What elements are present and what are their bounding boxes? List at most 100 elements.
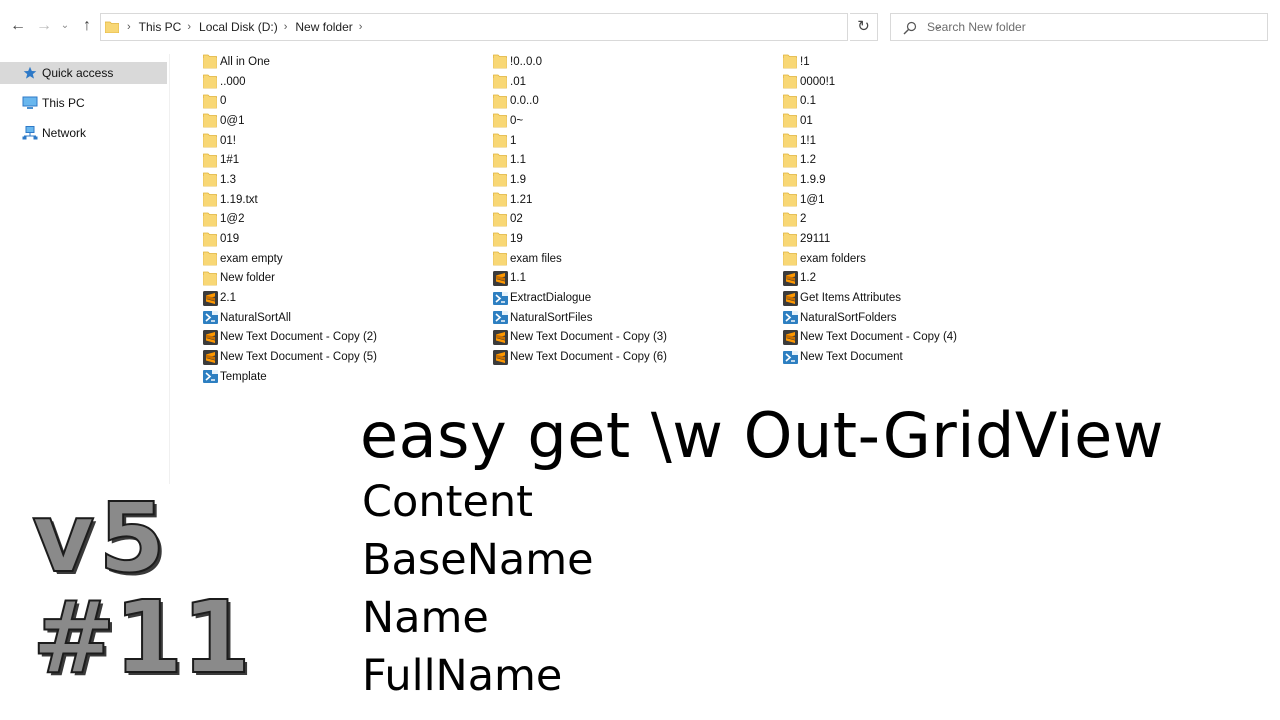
file-item[interactable]: 1#1 — [190, 150, 480, 170]
file-item[interactable]: New Text Document - Copy (6) — [480, 347, 770, 367]
breadcrumb-chevron-icon[interactable]: › — [359, 21, 363, 33]
file-item[interactable]: 1.21 — [480, 190, 770, 210]
file-item[interactable]: 0.1 — [770, 91, 1060, 111]
folder-icon — [492, 133, 508, 149]
back-arrow-icon[interactable]: ← — [8, 15, 28, 37]
file-name: 19 — [510, 233, 523, 246]
file-item[interactable]: 19 — [480, 229, 770, 249]
nav-item-network[interactable]: Network — [0, 122, 167, 144]
folder-icon — [202, 54, 218, 70]
folder-icon — [202, 152, 218, 168]
file-item[interactable]: 1.2 — [770, 269, 1060, 289]
file-name: 1.1 — [510, 154, 526, 167]
breadcrumb-item[interactable]: New folder — [293, 20, 354, 34]
file-item[interactable]: !1 — [770, 52, 1060, 72]
file-item[interactable]: New Text Document — [770, 347, 1060, 367]
file-item[interactable]: 0@1 — [190, 111, 480, 131]
file-item[interactable]: 02 — [480, 210, 770, 230]
file-item[interactable]: 1.19.txt — [190, 190, 480, 210]
file-item[interactable]: New Text Document - Copy (4) — [770, 328, 1060, 348]
powershell-file-icon — [492, 290, 508, 306]
file-name: 1.9 — [510, 173, 526, 186]
file-item[interactable]: 0.0..0 — [480, 91, 770, 111]
nav-item-label: This PC — [42, 96, 85, 110]
file-name: 0.1 — [800, 95, 816, 108]
search-input[interactable] — [927, 18, 1257, 36]
file-item[interactable]: 0000!1 — [770, 72, 1060, 92]
breadcrumb-chevron-icon[interactable]: › — [187, 21, 191, 33]
folder-icon — [492, 231, 508, 247]
file-item[interactable]: 1!1 — [770, 131, 1060, 151]
file-item[interactable]: 1@2 — [190, 210, 480, 230]
file-item[interactable]: 2 — [770, 210, 1060, 230]
address-bar[interactable]: › This PC › Local Disk (D:) › New folder › ⌄ — [100, 13, 942, 41]
file-item[interactable]: ..000 — [190, 72, 480, 92]
breadcrumb-chevron-icon[interactable]: › — [127, 21, 131, 33]
file-item[interactable]: 01 — [770, 111, 1060, 131]
powershell-file-icon — [782, 310, 798, 326]
file-item[interactable]: 1.3 — [190, 170, 480, 190]
file-item[interactable]: 01! — [190, 131, 480, 151]
forward-arrow-icon[interactable]: → — [34, 15, 54, 37]
file-name: 2.1 — [220, 292, 236, 305]
file-item[interactable]: 0~ — [480, 111, 770, 131]
file-item[interactable]: All in One — [190, 52, 480, 72]
file-item[interactable]: 1.9.9 — [770, 170, 1060, 190]
file-item[interactable]: New Text Document - Copy (3) — [480, 328, 770, 348]
file-name: NaturalSortFolders — [800, 311, 897, 324]
file-name: ..000 — [220, 75, 246, 88]
sublime-file-icon — [202, 349, 218, 365]
search-box[interactable] — [890, 13, 1268, 41]
folder-icon — [782, 113, 798, 129]
file-item[interactable]: exam files — [480, 249, 770, 269]
property-item: FullName — [362, 651, 563, 701]
file-item[interactable]: .01 — [480, 72, 770, 92]
property-item: Name — [362, 593, 489, 643]
nav-item-quick-access[interactable]: Quick access — [0, 62, 167, 84]
search-icon — [903, 21, 917, 35]
file-item[interactable]: !0..0.0 — [480, 52, 770, 72]
breadcrumb-chevron-icon[interactable]: › — [284, 21, 288, 33]
file-name: exam files — [510, 252, 562, 265]
file-item[interactable]: Template — [190, 367, 480, 387]
file-item[interactable]: 1.2 — [770, 150, 1060, 170]
file-name: .01 — [510, 75, 526, 88]
folder-icon — [782, 192, 798, 208]
file-name: 1@2 — [220, 213, 245, 226]
recent-locations-chevron-icon[interactable]: ⌄ — [58, 15, 72, 37]
breadcrumb-item[interactable]: This PC — [137, 20, 184, 34]
nav-item-this-pc[interactable]: This PC — [0, 92, 167, 114]
folder-icon — [202, 172, 218, 188]
breadcrumb-item[interactable]: Local Disk (D:) — [197, 20, 280, 34]
file-name: exam empty — [220, 252, 283, 265]
file-name: 1 — [510, 134, 517, 147]
folder-icon — [202, 192, 218, 208]
file-item[interactable]: exam empty — [190, 249, 480, 269]
file-item[interactable]: exam folders — [770, 249, 1060, 269]
file-item[interactable]: NaturalSortAll — [190, 308, 480, 328]
file-item[interactable]: New folder — [190, 269, 480, 289]
file-name: 29111 — [800, 233, 831, 246]
property-item: Content — [362, 477, 534, 527]
refresh-button[interactable]: ↻ — [850, 13, 878, 41]
file-item[interactable]: 1@1 — [770, 190, 1060, 210]
file-item[interactable]: 2.1 — [190, 288, 480, 308]
file-item[interactable]: 1.9 — [480, 170, 770, 190]
file-item[interactable]: New Text Document - Copy (5) — [190, 347, 480, 367]
file-item[interactable]: NaturalSortFolders — [770, 308, 1060, 328]
file-item[interactable]: New Text Document - Copy (2) — [190, 328, 480, 348]
file-item[interactable]: NaturalSortFiles — [480, 308, 770, 328]
up-arrow-icon[interactable]: ↑ — [77, 15, 97, 37]
file-item[interactable]: 0 — [190, 91, 480, 111]
file-item[interactable]: 1 — [480, 131, 770, 151]
nav-item-label: Network — [42, 126, 87, 140]
folder-icon — [202, 113, 218, 129]
file-item[interactable]: 29111 — [770, 229, 1060, 249]
folder-icon — [782, 93, 798, 109]
file-item[interactable]: 1.1 — [480, 150, 770, 170]
file-item[interactable]: ExtractDialogue — [480, 288, 770, 308]
file-item[interactable]: Get Items Attributes — [770, 288, 1060, 308]
network-icon — [22, 125, 38, 141]
file-item[interactable]: 1.1 — [480, 269, 770, 289]
file-item[interactable]: 019 — [190, 229, 480, 249]
